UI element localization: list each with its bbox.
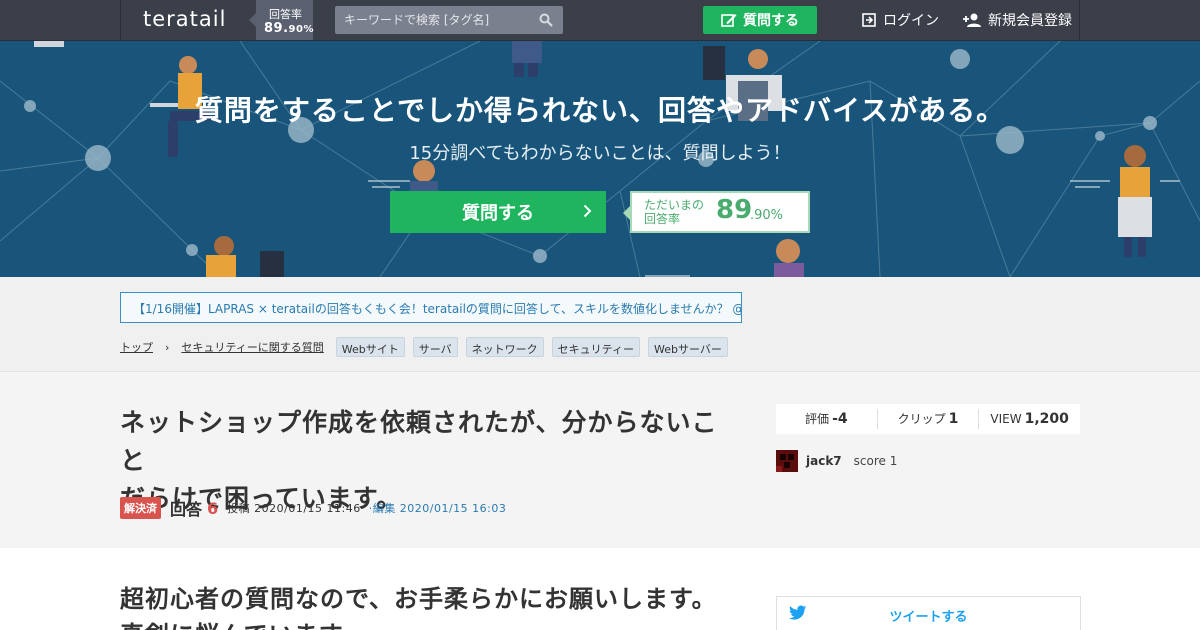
hero-ask-label: 質問する [462,203,534,224]
tag-server[interactable]: サーバ [412,337,458,357]
nav-divider [120,0,121,40]
question-meta: 解決済 回答 6 投稿 2020/01/15 11:46 ·編集 2020/01… [120,496,506,520]
clip-stat[interactable]: クリップ 1 [878,409,980,429]
edit-icon [721,14,737,27]
question-header: ネットショップ作成を依頼されたが、分からないこと だらけで困っています。 解決済 … [0,372,1200,548]
posted-date: 投稿 2020/01/15 11:46 [227,502,361,515]
hero-rate-dec: .90% [750,208,784,223]
chevron-right-icon [583,204,592,218]
hero-ask-button[interactable]: 質問する [390,191,606,233]
answer-rate-label: 回答率 [269,8,302,21]
hero-answer-rate: ただいまの 回答率 89 .90% [623,191,810,233]
view-stat: VIEW 1,200 [990,411,1069,427]
answer-rate-box: 回答率 89.90% [249,0,314,40]
edited-date-link[interactable]: ·編集 2020/01/15 16:03 [369,500,507,516]
search-icon[interactable] [539,13,553,27]
ask-question-label: 質問する [743,13,799,29]
author-name[interactable]: jack7 [806,454,842,468]
answers-label[interactable]: 回答 [170,496,202,520]
tweet-button[interactable]: ツイートする [776,596,1081,630]
tag-web-server[interactable]: Webサーバー [647,337,728,357]
score-stat: 評価 -4 [776,409,878,429]
hero-banner: 質問をすることでしか得られない、回答やアドバイスがある。 15分調べてもわからな… [0,41,1200,277]
breadcrumb-category[interactable]: セキュリティーに関する質問 [181,339,323,355]
answer-rate-value: 89.90% [264,21,314,36]
notice-breadcrumb-band: 【1/16開催】LAPRAS × teratailの回答もくもく会！terata… [0,277,1200,372]
signup-label: 新規会員登録 [988,13,1072,29]
tag-network[interactable]: ネットワーク [465,337,544,357]
breadcrumb: トップ › セキュリティーに関する質問 Webサイト サーバ ネットワーク セキ… [120,337,728,357]
hero-title: 質問をすることでしか得られない、回答やアドバイスがある。 [194,94,1006,127]
tweet-label: ツイートする [889,610,968,625]
person-add-icon [963,13,981,27]
signup-link[interactable]: 新規会員登録 [962,10,1072,30]
tag-website[interactable]: Webサイト [335,337,405,357]
search-input[interactable] [335,6,535,34]
hero-rate-label: ただいまの 回答率 [644,198,705,226]
question-author[interactable]: jack7 score 1 [776,450,897,472]
login-link[interactable]: ログイン [861,10,939,30]
answers-count[interactable]: 6 [207,499,218,518]
breadcrumb-top[interactable]: トップ [120,339,153,355]
status-badge: 解決済 [120,497,161,519]
search-box[interactable] [335,6,563,34]
top-nav-bar: teratail 回答率 89.90% 質問する ログイン 新規会員登録 [0,0,1200,41]
event-notice-link[interactable]: 【1/16開催】LAPRAS × teratailの回答もくもく会！terata… [120,292,742,323]
nav-divider [1079,0,1080,40]
ask-question-button[interactable]: 質問する [703,6,817,34]
question-stats: 評価 -4 クリップ 1 VIEW 1,200 [776,404,1080,434]
avatar[interactable] [776,450,798,472]
tag-security[interactable]: セキュリティー [551,337,640,357]
chevron-right-icon: › [165,340,170,354]
login-label: ログイン [883,13,939,29]
hero-rate-int: 89 [716,195,753,225]
author-score: score 1 [853,454,898,468]
site-logo[interactable]: teratail [143,7,226,31]
hero-subtitle: 15分調べてもわからないことは、質問しよう！ [409,143,791,164]
question-body-heading: 超初心者の質問なので、お手柔らかにお願いします。 [120,585,717,613]
login-icon [862,13,876,27]
question-body-line2: 真剣に悩んでいます。 [120,618,366,630]
